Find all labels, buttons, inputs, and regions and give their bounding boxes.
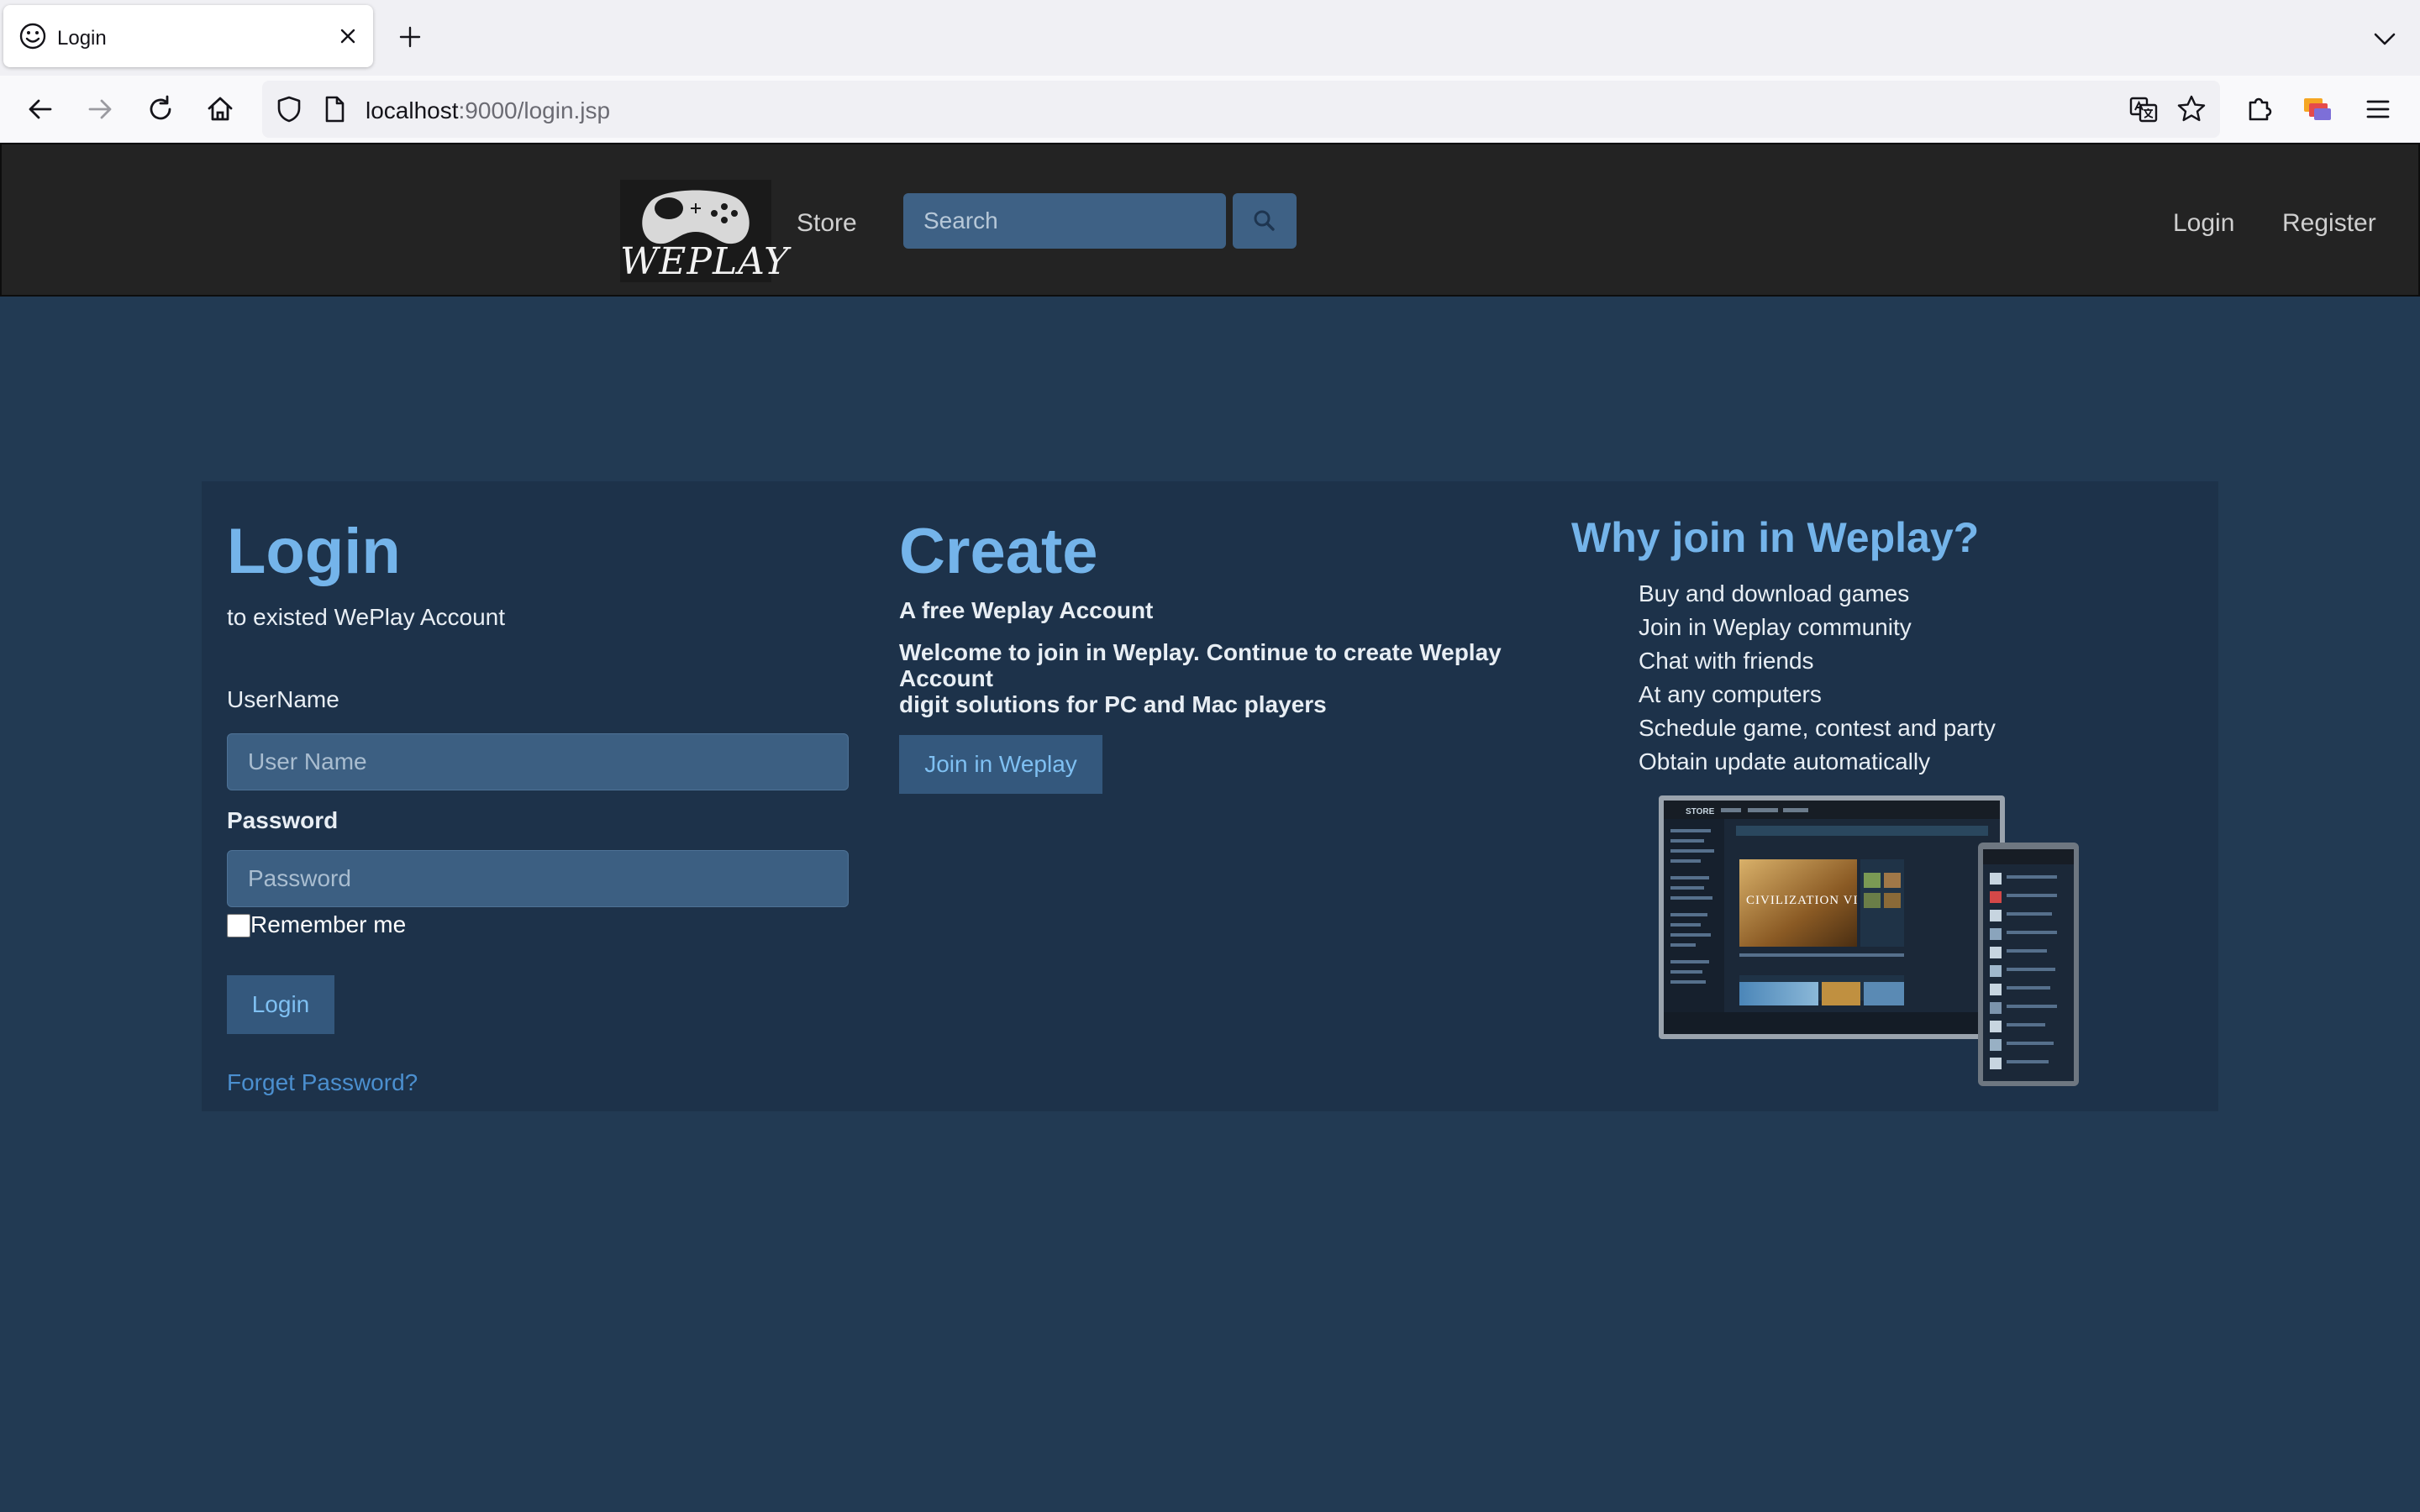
- create-description-line-2: digit solutions for PC and Mac players: [899, 691, 1327, 717]
- weplay-logo[interactable]: WEPLAY: [620, 180, 790, 283]
- url-host: localhost: [366, 97, 459, 123]
- nav-store-link[interactable]: Store: [797, 209, 857, 238]
- devices-screenshot-image: STORE CIVILIZATION VI: [1659, 795, 2079, 1086]
- login-panel: Login to existed WePlay Account UserName…: [202, 481, 2218, 1111]
- menu-icon[interactable]: [2360, 91, 2396, 128]
- create-subtitle: A free Weplay Account: [899, 597, 1154, 623]
- page-icon: [325, 96, 345, 123]
- username-label: UserName: [227, 686, 339, 712]
- list-item: Chat with friends: [1639, 648, 1814, 674]
- home-icon[interactable]: [202, 91, 239, 128]
- bookmark-star-icon[interactable]: [2175, 92, 2208, 126]
- browser-tab-bar: Login: [0, 0, 2420, 76]
- benefits-list: Buy and download games Join in Weplay co…: [1639, 577, 1996, 779]
- browser-tab[interactable]: Login: [3, 5, 373, 67]
- login-button[interactable]: Login: [227, 975, 334, 1034]
- extensions-icon[interactable]: [2240, 91, 2277, 128]
- forget-password-link[interactable]: Forget Password?: [227, 1069, 418, 1096]
- shield-icon[interactable]: [272, 92, 306, 126]
- username-input[interactable]: [227, 733, 849, 790]
- translate-icon[interactable]: [2127, 92, 2160, 126]
- search-button[interactable]: [1233, 193, 1297, 249]
- list-item: Join in Weplay community: [1639, 614, 1912, 640]
- browser-nav-bar: localhost:9000/login.jsp: [0, 76, 2420, 143]
- url-bar[interactable]: localhost:9000/login.jsp: [262, 81, 2220, 138]
- create-description: Welcome to join in Weplay. Continue to c…: [899, 639, 1521, 717]
- join-weplay-button[interactable]: Join in Weplay: [899, 735, 1102, 794]
- password-label: Password: [227, 807, 339, 833]
- logo-text: WEPLAY: [620, 240, 790, 283]
- smiley-icon: [19, 23, 46, 50]
- url-text: localhost:9000/login.jsp: [366, 97, 610, 124]
- search-icon: [1254, 210, 1275, 231]
- forward-arrow-icon[interactable]: [82, 91, 118, 128]
- list-item: Obtain update automatically: [1639, 748, 1931, 774]
- nav-register-link[interactable]: Register: [2282, 209, 2376, 238]
- login-heading: Login: [227, 516, 401, 587]
- chevron-down-icon[interactable]: [2370, 24, 2400, 54]
- screenshot-banner-text: CIVILIZATION VI: [1746, 894, 1858, 907]
- remember-me-checkbox[interactable]: [227, 914, 250, 937]
- url-path: :9000/login.jsp: [458, 97, 611, 123]
- list-item: Schedule game, contest and party: [1639, 715, 1996, 741]
- why-join-heading: Why join in Weplay?: [1571, 514, 1980, 561]
- login-subtitle: to existed WePlay Account: [227, 604, 505, 630]
- screenshot-store-label: STORE: [1686, 807, 1715, 816]
- container-tabs-icon[interactable]: [2299, 91, 2336, 128]
- password-input[interactable]: [227, 850, 849, 907]
- list-item: At any computers: [1639, 681, 1822, 707]
- search-input[interactable]: [903, 193, 1226, 249]
- close-tab-icon[interactable]: [335, 24, 360, 49]
- remember-me-label[interactable]: Remember me: [250, 911, 406, 938]
- back-arrow-icon[interactable]: [22, 91, 59, 128]
- reload-icon[interactable]: [142, 91, 179, 128]
- tab-title: Login: [57, 27, 107, 50]
- new-tab-icon[interactable]: [395, 22, 425, 52]
- create-description-line-1: Welcome to join in Weplay. Continue to c…: [899, 639, 1502, 691]
- site-header: WEPLAY Store Login Register: [0, 143, 2420, 297]
- nav-login-link[interactable]: Login: [2173, 209, 2234, 238]
- list-item: Buy and download games: [1639, 580, 1910, 606]
- create-heading: Create: [899, 516, 1098, 587]
